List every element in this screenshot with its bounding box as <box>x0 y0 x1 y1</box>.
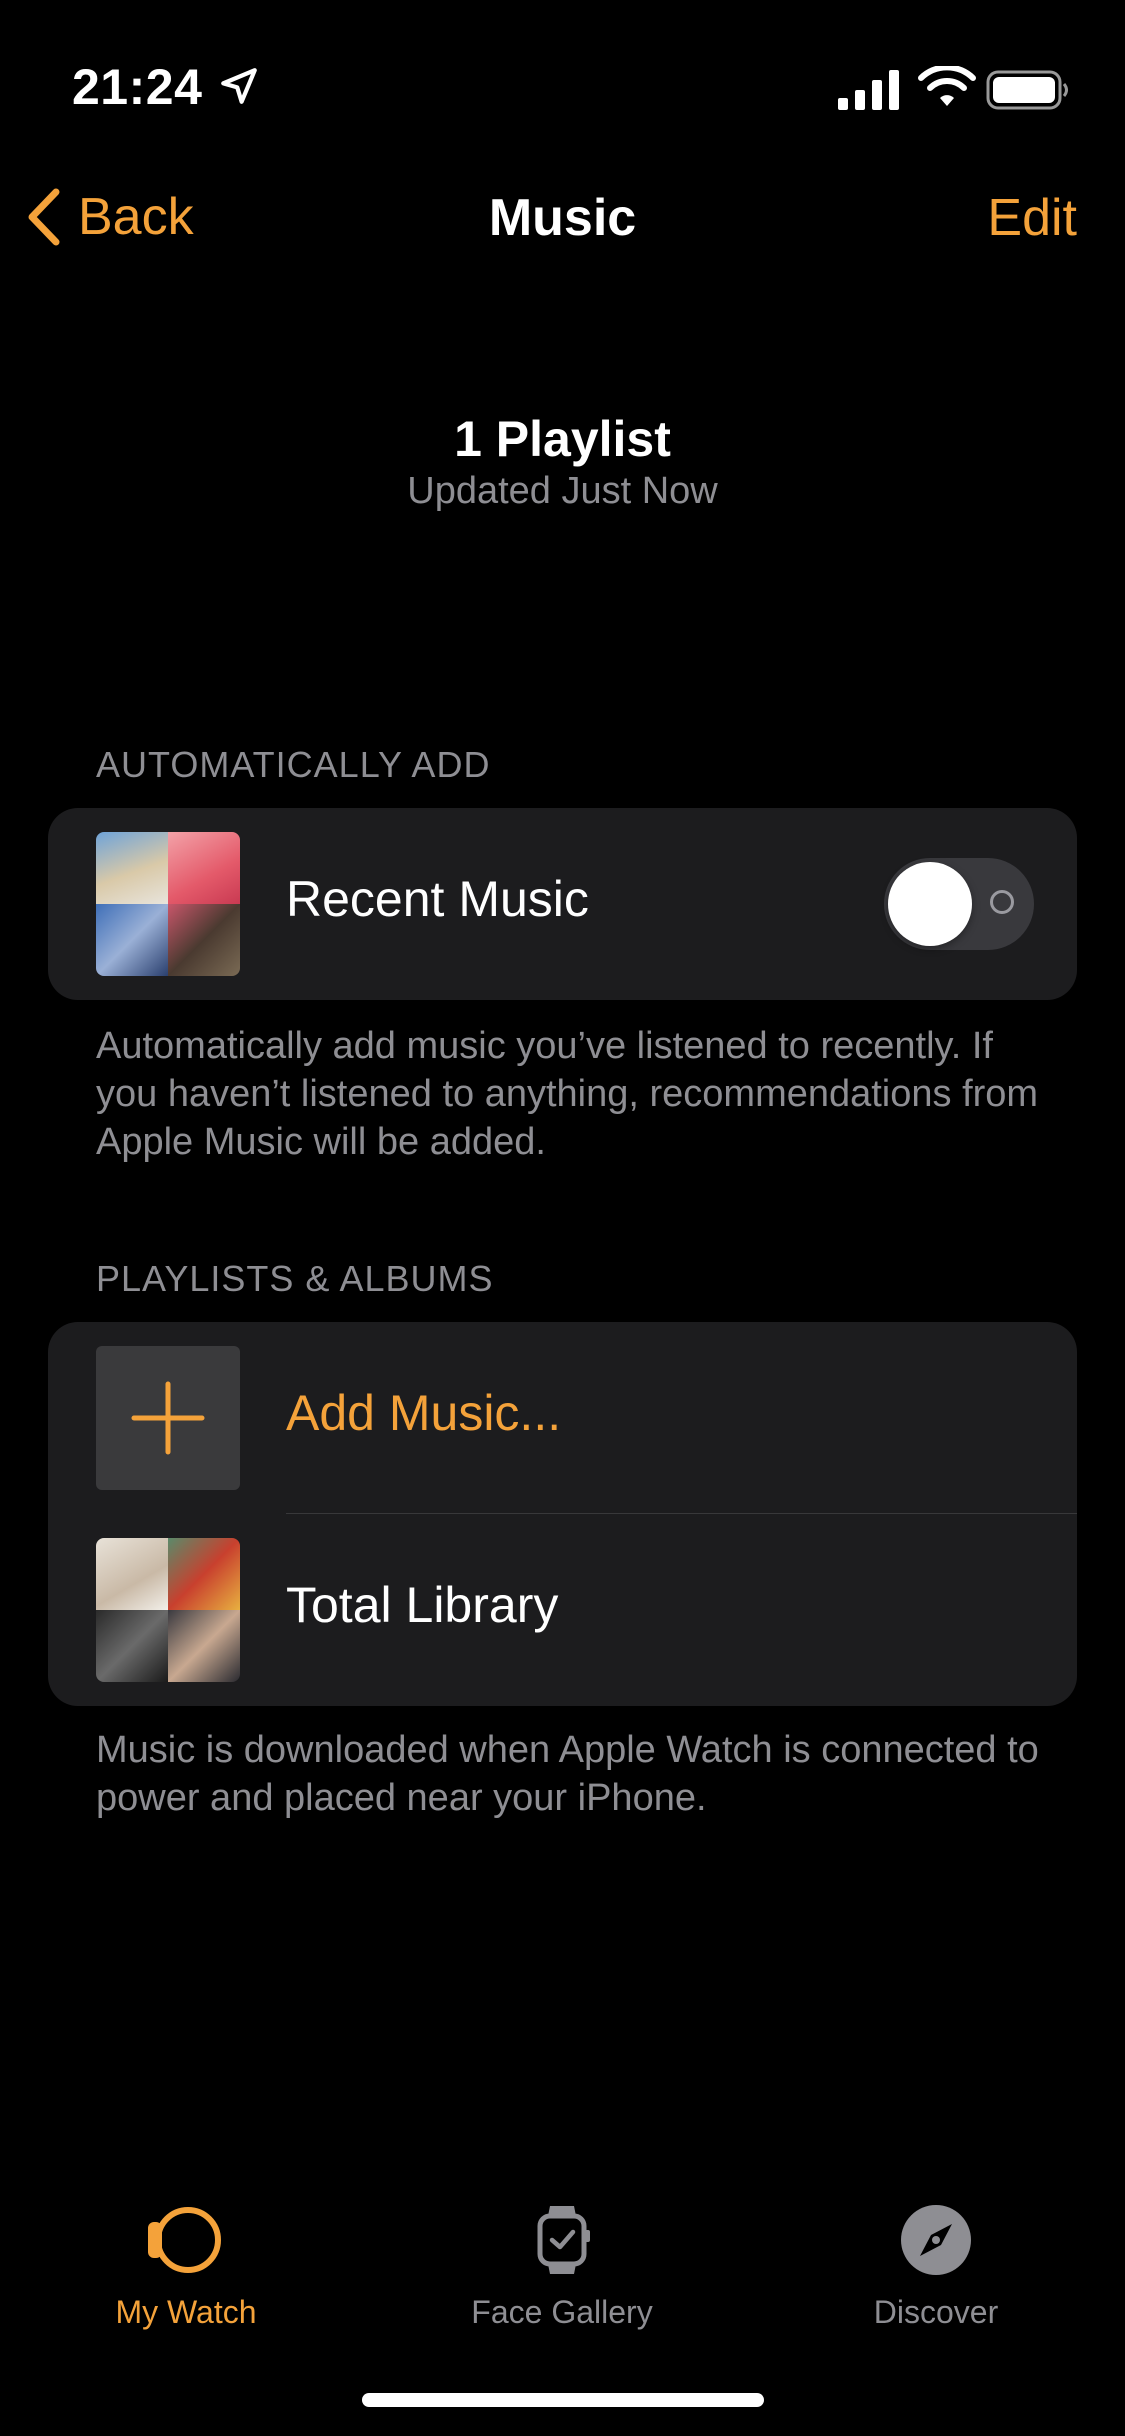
compass-icon <box>901 2205 971 2275</box>
add-music-label: Add Music... <box>286 1385 562 1441</box>
total-library-row[interactable]: Total Library <box>48 1514 1077 1706</box>
page-title: Music <box>488 189 637 247</box>
location-arrow-icon <box>221 68 257 104</box>
updated-status: Updated Just Now <box>407 470 718 512</box>
add-music-tile <box>96 1346 240 1490</box>
tab-discover[interactable]: Discover <box>786 2200 1086 2331</box>
recent-music-label: Recent Music <box>286 871 589 927</box>
add-music-row[interactable]: Add Music... <box>48 1322 1077 1514</box>
tab-label-discover: Discover <box>873 2294 999 2330</box>
total-library-label: Total Library <box>286 1577 559 1633</box>
auto-add-footnote: Automatically add music you’ve listened … <box>96 1025 1039 1163</box>
tab-my-watch[interactable]: My Watch <box>36 2200 336 2331</box>
toggle-off-indicator <box>990 890 1014 914</box>
status-time: 21:24 <box>72 59 203 115</box>
playlist-count: 1 Playlist <box>454 411 671 467</box>
tab-label-my-watch: My Watch <box>115 2294 257 2330</box>
battery-icon <box>986 70 1068 110</box>
recent-music-toggle[interactable] <box>884 858 1034 950</box>
watch-icon <box>148 2207 221 2273</box>
total-library-artwork <box>96 1538 240 1682</box>
recent-music-card: Recent Music <box>48 808 1077 1000</box>
section-label-playlists: PLAYLISTS & ALBUMS <box>96 1258 494 1299</box>
wifi-icon <box>918 66 976 106</box>
toggle-knob <box>888 862 972 946</box>
download-footnote: Music is downloaded when Apple Watch is … <box>96 1729 1039 1819</box>
section-label-auto-add: AUTOMATICALLY ADD <box>96 744 491 785</box>
plus-icon <box>131 1381 205 1455</box>
playlists-card: Add Music... Total Library <box>48 1322 1077 1706</box>
tab-label-face-gallery: Face Gallery <box>471 2294 653 2330</box>
cellular-signal-icon <box>838 70 899 110</box>
recent-music-artwork <box>96 832 240 976</box>
edit-button[interactable]: Edit <box>987 188 1077 248</box>
tab-face-gallery[interactable]: Face Gallery <box>412 2200 712 2331</box>
home-indicator[interactable] <box>362 2393 764 2407</box>
face-gallery-icon <box>537 2206 590 2274</box>
